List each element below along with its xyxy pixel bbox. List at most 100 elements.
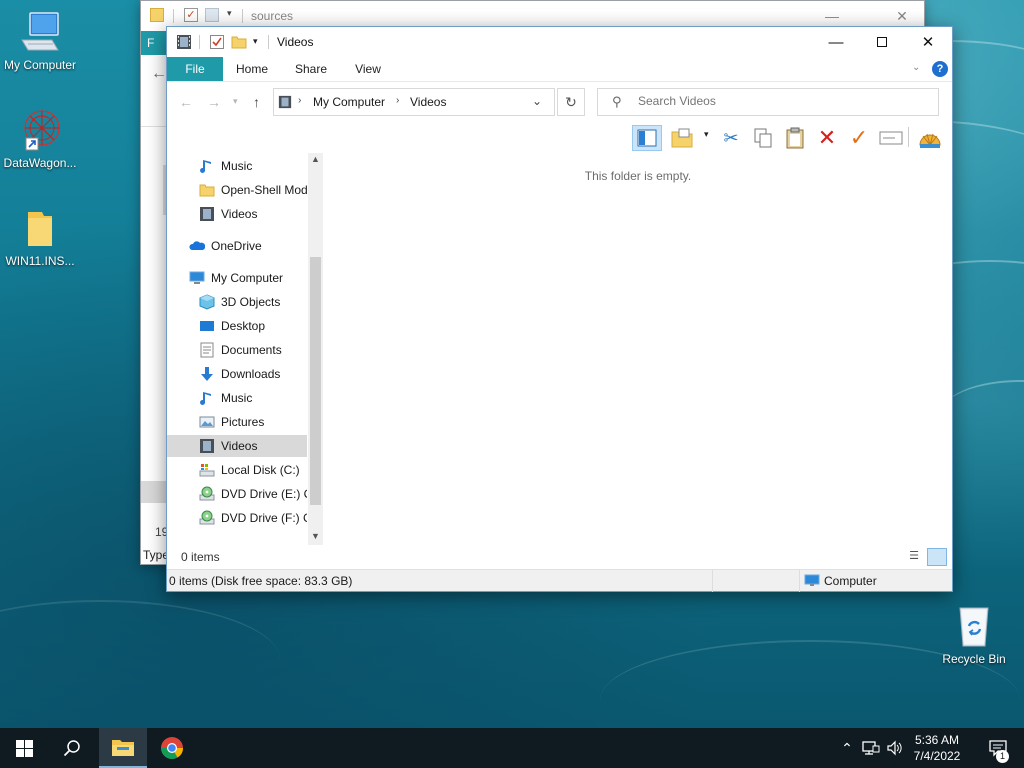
refresh-button[interactable]: ↻ xyxy=(557,88,585,116)
desktop-icon-my-computer[interactable]: My Computer xyxy=(0,10,80,72)
cut-icon[interactable]: ✂ xyxy=(718,125,744,151)
tab-share[interactable]: Share xyxy=(291,57,331,81)
nav-item[interactable]: Music xyxy=(167,155,307,177)
desktop-icon-recycle-bin[interactable]: Recycle Bin xyxy=(934,604,1014,666)
videos-icon xyxy=(176,34,192,50)
navigation-pane-button[interactable] xyxy=(632,125,662,151)
properties-check-icon[interactable]: ✓ xyxy=(846,125,872,151)
new-folder-icon[interactable] xyxy=(205,8,219,22)
navigation-pane: Music Open-Shell Mod Videos OneDrive My Comp… xyxy=(167,153,323,545)
search-input[interactable] xyxy=(638,94,928,108)
computer-icon xyxy=(18,10,62,54)
item-count: 0 items xyxy=(181,550,220,564)
delete-icon[interactable]: ✕ xyxy=(814,125,840,151)
empty-folder-message: This folder is empty. xyxy=(584,169,692,183)
status-location: Computer xyxy=(824,574,877,588)
start-button[interactable] xyxy=(0,728,48,768)
show-hidden-icons-button[interactable]: ⌃ xyxy=(838,728,856,768)
breadcrumb-separator-icon[interactable]: › xyxy=(396,95,399,106)
nav-item[interactable]: My Computer xyxy=(167,267,307,289)
nav-scrollbar[interactable]: ▲ ▼ xyxy=(308,153,323,545)
address-bar[interactable]: › My Computer › Videos ⌄ xyxy=(273,88,555,116)
divider xyxy=(799,570,800,592)
tab-home[interactable]: Home xyxy=(231,57,273,81)
breadcrumb-my-computer[interactable]: My Computer xyxy=(313,95,385,109)
nav-item-label: Music xyxy=(221,391,253,405)
chevron-down-icon[interactable]: ▾ xyxy=(704,129,709,140)
chevron-down-icon[interactable]: ▾ xyxy=(253,36,258,47)
search-box[interactable]: ⚲ xyxy=(597,88,939,116)
nav-item[interactable]: Music xyxy=(167,387,307,409)
up-button[interactable]: ↑ xyxy=(253,94,260,110)
properties-icon[interactable] xyxy=(209,34,225,50)
maximize-button[interactable] xyxy=(859,27,905,57)
nav-item[interactable]: Videos xyxy=(167,435,307,457)
videos-icon xyxy=(278,95,292,109)
close-button[interactable]: ✕ xyxy=(905,27,951,57)
videos-icon xyxy=(199,206,215,222)
taskbar: ⌃ 5:36 AM 7/4/2022 1 xyxy=(0,728,1024,768)
nav-item[interactable]: Desktop xyxy=(167,315,307,337)
search-icon: ⚲ xyxy=(612,94,622,109)
new-folder-icon[interactable] xyxy=(231,34,247,50)
nav-item[interactable]: Videos xyxy=(167,203,307,225)
search-icon xyxy=(63,740,80,757)
help-icon[interactable]: ? xyxy=(932,61,948,77)
nav-item[interactable]: Pictures xyxy=(167,411,307,433)
music-icon xyxy=(199,158,215,174)
network-icon[interactable] xyxy=(860,728,882,768)
scroll-thumb[interactable] xyxy=(310,257,321,505)
action-center-button[interactable]: 1 xyxy=(978,728,1018,768)
search-button[interactable] xyxy=(48,728,96,768)
breadcrumb-separator-icon[interactable]: › xyxy=(298,95,301,106)
separator xyxy=(173,9,174,23)
nav-item-label: Local Disk (C:) xyxy=(221,463,300,477)
file-explorer-taskbar-button[interactable] xyxy=(99,728,147,768)
paste-icon[interactable] xyxy=(782,125,808,151)
nav-item[interactable]: Open-Shell Mod xyxy=(167,179,307,201)
forward-button[interactable]: → xyxy=(207,94,221,110)
chevron-down-icon[interactable]: ⌄ xyxy=(532,94,542,108)
nav-item[interactable]: 3D Objects xyxy=(167,291,307,313)
title-bar[interactable]: ▾ Videos — ✕ xyxy=(167,27,952,57)
desktop-icon-datawagon[interactable]: DataWagon... xyxy=(0,108,80,170)
expand-ribbon-icon[interactable]: ⌄ xyxy=(912,62,920,73)
pictures-icon xyxy=(199,414,215,430)
properties-icon[interactable]: ✓ xyxy=(184,8,198,22)
explorer-window-videos[interactable]: ▾ Videos — ✕ File Home Share View ⌄ ? ← … xyxy=(166,26,953,592)
nav-item[interactable]: DVD Drive (F:) CC xyxy=(167,507,307,529)
back-arrow-icon[interactable]: ← xyxy=(151,65,167,83)
tab-file[interactable]: File xyxy=(167,57,223,81)
details-view-button[interactable]: ☰ xyxy=(905,549,923,565)
downloads-icon xyxy=(199,366,215,382)
nav-item[interactable]: DVD Drive (E:) CC xyxy=(167,483,307,505)
desktop-icon-win11-folder[interactable]: WIN11.INS... xyxy=(0,206,80,268)
folder-options-icon[interactable] xyxy=(669,125,695,151)
close-button[interactable]: ✕ xyxy=(879,5,925,27)
file-list[interactable]: This folder is empty. xyxy=(324,153,952,545)
desktop-icon xyxy=(199,318,215,334)
nav-item[interactable]: OneDrive xyxy=(167,235,307,257)
copy-icon[interactable] xyxy=(750,125,776,151)
chrome-taskbar-button[interactable] xyxy=(148,728,196,768)
chevron-down-icon[interactable]: ▾ xyxy=(227,8,232,19)
nav-item[interactable]: Documents xyxy=(167,339,307,361)
large-icons-view-button[interactable] xyxy=(927,548,947,566)
scroll-down-icon[interactable]: ▼ xyxy=(311,531,320,541)
clock[interactable]: 5:36 AM 7/4/2022 xyxy=(902,732,972,764)
ribbon-file-tab[interactable]: F xyxy=(141,31,167,55)
recent-locations-button[interactable]: ▾ xyxy=(233,96,238,107)
separator xyxy=(268,35,269,49)
breadcrumb-videos[interactable]: Videos xyxy=(410,95,446,109)
scroll-up-icon[interactable]: ▲ xyxy=(311,154,320,164)
open-shell-icon[interactable] xyxy=(917,125,943,151)
clock-date: 7/4/2022 xyxy=(913,749,961,763)
minimize-button[interactable]: — xyxy=(813,27,859,57)
partial-highlight xyxy=(141,481,167,503)
maximize-button[interactable] xyxy=(833,5,879,27)
nav-item[interactable]: Local Disk (C:) xyxy=(167,459,307,481)
rename-icon[interactable] xyxy=(878,125,904,151)
back-button[interactable]: ← xyxy=(179,94,193,110)
tab-view[interactable]: View xyxy=(349,57,387,81)
nav-item[interactable]: Downloads xyxy=(167,363,307,385)
